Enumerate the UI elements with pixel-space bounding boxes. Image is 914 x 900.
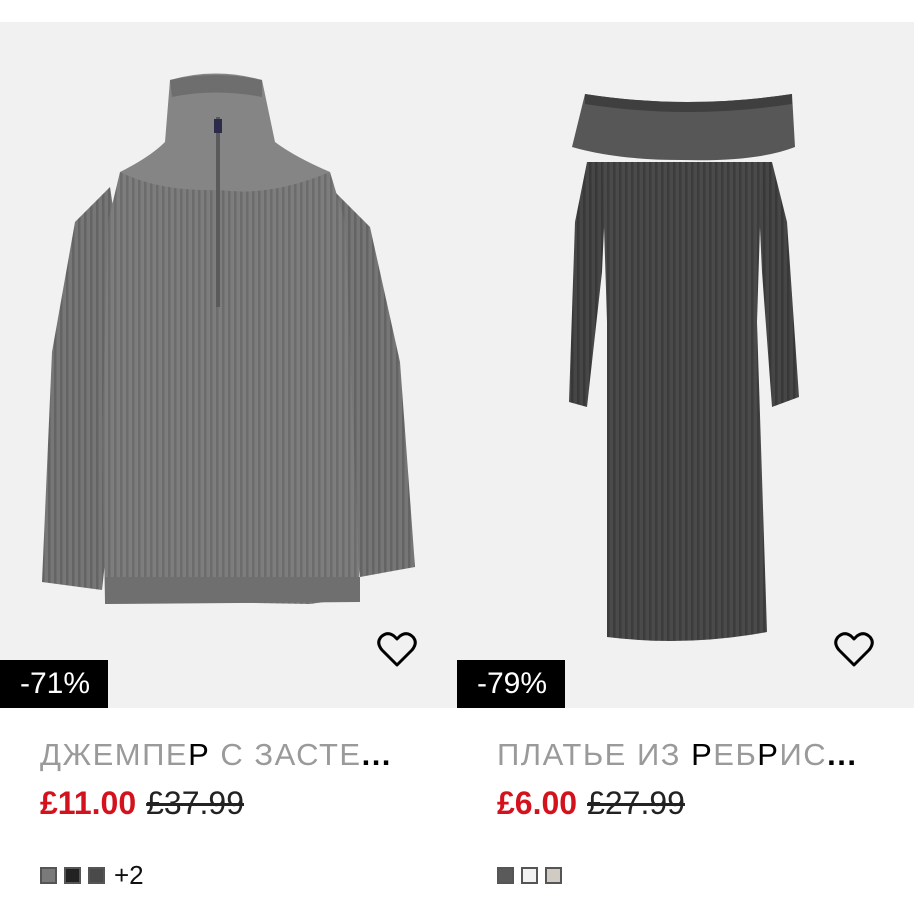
product-title[interactable]: ДЖЕМПЕР С ЗАСТЕ... [40, 736, 457, 774]
product-image-jumper[interactable] [0, 22, 457, 708]
color-swatch[interactable] [64, 866, 81, 884]
title-highlight: Р [188, 737, 211, 772]
product-image-dress[interactable] [457, 22, 914, 708]
title-highlight: Р [757, 737, 780, 772]
heart-icon[interactable] [377, 632, 417, 668]
product-image-area[interactable]: -71% [0, 22, 457, 708]
sale-price: £6.00 [497, 785, 578, 821]
title-text: С ЗАСТЕ [210, 737, 362, 772]
color-swatch[interactable] [497, 866, 514, 884]
title-text: ДЖЕМПЕ [40, 737, 189, 772]
favorite-button[interactable] [834, 632, 874, 668]
color-swatches: +2 [40, 860, 457, 890]
color-swatch[interactable] [88, 866, 105, 884]
sale-price: £11.00 [40, 785, 137, 821]
color-swatch[interactable] [40, 866, 57, 884]
heart-icon[interactable] [834, 632, 874, 668]
color-swatch[interactable] [521, 866, 538, 884]
favorite-button[interactable] [377, 632, 417, 668]
product-image-area[interactable]: -79% [457, 22, 914, 708]
title-ellipsis: ... [827, 737, 858, 772]
title-text: ПЛАТЬЕ ИЗ [497, 737, 692, 772]
color-swatch[interactable] [545, 866, 562, 884]
title-text: ЕБ [713, 737, 758, 772]
discount-badge: -79% [457, 660, 566, 708]
original-price: £27.99 [587, 785, 685, 821]
product-card[interactable]: -79% ПЛАТЬЕ ИЗ РЕБРИС... £6.00 £27.99 [457, 22, 914, 890]
title-highlight: Р [691, 737, 714, 772]
product-title[interactable]: ПЛАТЬЕ ИЗ РЕБРИС... [497, 736, 914, 774]
more-colors-count[interactable]: +2 [114, 860, 144, 891]
price-row: £6.00 £27.99 [497, 784, 914, 822]
discount-badge: -71% [0, 660, 109, 708]
product-card[interactable]: -71% ДЖЕМПЕР С ЗАСТЕ... £11.00 £37.99 +2 [0, 22, 457, 890]
title-ellipsis: ... [361, 737, 392, 772]
original-price: £37.99 [146, 785, 244, 821]
product-grid: -71% ДЖЕМПЕР С ЗАСТЕ... £11.00£37.99 +2 [0, 0, 914, 900]
product-info: ДЖЕМПЕР С ЗАСТЕ... £11.00 £37.99 +2 [0, 736, 457, 890]
title-text: ИС [779, 737, 828, 772]
price-row: £11.00 £37.99 [40, 784, 457, 822]
color-swatches [497, 860, 914, 890]
product-info: ПЛАТЬЕ ИЗ РЕБРИС... £6.00 £27.99 [457, 736, 914, 890]
